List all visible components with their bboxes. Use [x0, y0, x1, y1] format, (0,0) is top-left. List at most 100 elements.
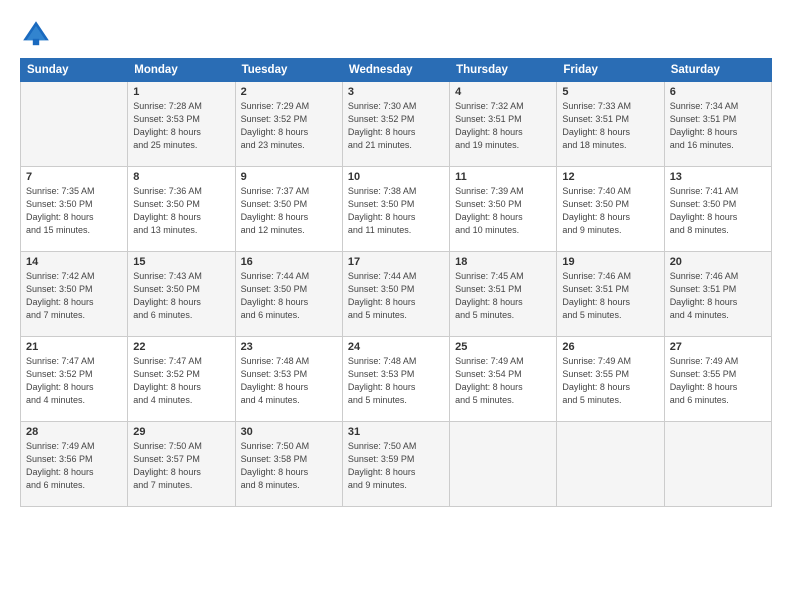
cell-info: Sunrise: 7:48 AM Sunset: 3:53 PM Dayligh… — [348, 355, 444, 407]
day-number: 26 — [562, 341, 658, 353]
day-number: 18 — [455, 256, 551, 268]
cell-info: Sunrise: 7:29 AM Sunset: 3:52 PM Dayligh… — [241, 100, 337, 152]
day-number: 5 — [562, 86, 658, 98]
calendar-cell: 16Sunrise: 7:44 AM Sunset: 3:50 PM Dayli… — [235, 252, 342, 337]
calendar-week-1: 1 Sunrise: 7:28 AM Sunset: 3:53 PM Daylig… — [21, 82, 772, 167]
day-number: 14 — [26, 256, 122, 268]
day-number: 28 — [26, 426, 122, 438]
cell-info: Sunrise: 7:37 AM Sunset: 3:50 PM Dayligh… — [241, 185, 337, 237]
calendar-cell: 7 Sunrise: 7:35 AM Sunset: 3:50 PM Daylig… — [21, 167, 128, 252]
logo-icon — [20, 18, 52, 50]
day-number: 9 — [241, 171, 337, 183]
day-header-thursday: Thursday — [450, 59, 557, 82]
day-number: 2 — [241, 86, 337, 98]
calendar-week-4: 21 Sunrise: 7:47 AM Sunset: 3:52 PM Dayli… — [21, 337, 772, 422]
cell-info: Sunrise: 7:41 AM Sunset: 3:50 PM Dayligh… — [670, 185, 766, 237]
calendar-cell: 23 Sunrise: 7:48 AM Sunset: 3:53 PM Dayli… — [235, 337, 342, 422]
day-number: 19 — [562, 256, 658, 268]
calendar-cell — [21, 82, 128, 167]
cell-info: Sunrise: 7:39 AM Sunset: 3:50 PM Dayligh… — [455, 185, 551, 237]
logo — [20, 18, 56, 50]
cell-info: Sunrise: 7:34 AM Sunset: 3:51 PM Dayligh… — [670, 100, 766, 152]
cell-info: Sunrise: 7:49 AM Sunset: 3:54 PM Dayligh… — [455, 355, 551, 407]
calendar-cell — [557, 422, 664, 507]
calendar-cell: 24 Sunrise: 7:48 AM Sunset: 3:53 PM Dayli… — [342, 337, 449, 422]
day-number: 8 — [133, 171, 229, 183]
calendar-cell: 1 Sunrise: 7:28 AM Sunset: 3:53 PM Daylig… — [128, 82, 235, 167]
calendar-week-3: 14 Sunrise: 7:42 AM Sunset: 3:50 PM Dayli… — [21, 252, 772, 337]
day-header-friday: Friday — [557, 59, 664, 82]
day-number: 1 — [133, 86, 229, 98]
calendar-cell: 30Sunrise: 7:50 AM Sunset: 3:58 PM Dayli… — [235, 422, 342, 507]
cell-info: Sunrise: 7:38 AM Sunset: 3:50 PM Dayligh… — [348, 185, 444, 237]
cell-info: Sunrise: 7:48 AM Sunset: 3:53 PM Dayligh… — [241, 355, 337, 407]
cell-info: Sunrise: 7:49 AM Sunset: 3:55 PM Dayligh… — [562, 355, 658, 407]
header — [20, 18, 772, 50]
cell-info: Sunrise: 7:47 AM Sunset: 3:52 PM Dayligh… — [26, 355, 122, 407]
cell-info: Sunrise: 7:47 AM Sunset: 3:52 PM Dayligh… — [133, 355, 229, 407]
day-number: 7 — [26, 171, 122, 183]
cell-info: Sunrise: 7:42 AM Sunset: 3:50 PM Dayligh… — [26, 270, 122, 322]
day-number: 30 — [241, 426, 337, 438]
calendar-cell: 25 Sunrise: 7:49 AM Sunset: 3:54 PM Dayli… — [450, 337, 557, 422]
cell-info: Sunrise: 7:49 AM Sunset: 3:55 PM Dayligh… — [670, 355, 766, 407]
day-number: 6 — [670, 86, 766, 98]
calendar-week-2: 7 Sunrise: 7:35 AM Sunset: 3:50 PM Daylig… — [21, 167, 772, 252]
day-number: 25 — [455, 341, 551, 353]
calendar-cell: 3Sunrise: 7:30 AM Sunset: 3:52 PM Daylig… — [342, 82, 449, 167]
calendar-cell: 31Sunrise: 7:50 AM Sunset: 3:59 PM Dayli… — [342, 422, 449, 507]
calendar-table: SundayMondayTuesdayWednesdayThursdayFrid… — [20, 58, 772, 507]
calendar-week-5: 28 Sunrise: 7:49 AM Sunset: 3:56 PM Dayli… — [21, 422, 772, 507]
calendar-cell: 14 Sunrise: 7:42 AM Sunset: 3:50 PM Dayli… — [21, 252, 128, 337]
cell-info: Sunrise: 7:49 AM Sunset: 3:56 PM Dayligh… — [26, 440, 122, 492]
cell-info: Sunrise: 7:28 AM Sunset: 3:53 PM Dayligh… — [133, 100, 229, 152]
calendar-cell: 26 Sunrise: 7:49 AM Sunset: 3:55 PM Dayli… — [557, 337, 664, 422]
calendar-cell — [664, 422, 771, 507]
cell-info: Sunrise: 7:44 AM Sunset: 3:50 PM Dayligh… — [348, 270, 444, 322]
calendar-cell: 4 Sunrise: 7:32 AM Sunset: 3:51 PM Daylig… — [450, 82, 557, 167]
calendar-cell: 20Sunrise: 7:46 AM Sunset: 3:51 PM Dayli… — [664, 252, 771, 337]
cell-info: Sunrise: 7:35 AM Sunset: 3:50 PM Dayligh… — [26, 185, 122, 237]
day-number: 3 — [348, 86, 444, 98]
cell-info: Sunrise: 7:36 AM Sunset: 3:50 PM Dayligh… — [133, 185, 229, 237]
calendar-cell: 8 Sunrise: 7:36 AM Sunset: 3:50 PM Daylig… — [128, 167, 235, 252]
cell-info: Sunrise: 7:40 AM Sunset: 3:50 PM Dayligh… — [562, 185, 658, 237]
day-number: 17 — [348, 256, 444, 268]
day-header-sunday: Sunday — [21, 59, 128, 82]
day-number: 31 — [348, 426, 444, 438]
day-number: 24 — [348, 341, 444, 353]
cell-info: Sunrise: 7:46 AM Sunset: 3:51 PM Dayligh… — [562, 270, 658, 322]
calendar-cell: 29 Sunrise: 7:50 AM Sunset: 3:57 PM Dayli… — [128, 422, 235, 507]
day-header-monday: Monday — [128, 59, 235, 82]
day-number: 11 — [455, 171, 551, 183]
calendar-cell — [450, 422, 557, 507]
calendar-cell: 13Sunrise: 7:41 AM Sunset: 3:50 PM Dayli… — [664, 167, 771, 252]
header-row: SundayMondayTuesdayWednesdayThursdayFrid… — [21, 59, 772, 82]
calendar-cell: 19 Sunrise: 7:46 AM Sunset: 3:51 PM Dayli… — [557, 252, 664, 337]
day-number: 27 — [670, 341, 766, 353]
page-container: SundayMondayTuesdayWednesdayThursdayFrid… — [0, 0, 792, 517]
day-number: 29 — [133, 426, 229, 438]
calendar-cell: 22Sunrise: 7:47 AM Sunset: 3:52 PM Dayli… — [128, 337, 235, 422]
calendar-cell: 2 Sunrise: 7:29 AM Sunset: 3:52 PM Daylig… — [235, 82, 342, 167]
cell-info: Sunrise: 7:50 AM Sunset: 3:57 PM Dayligh… — [133, 440, 229, 492]
calendar-cell: 5 Sunrise: 7:33 AM Sunset: 3:51 PM Daylig… — [557, 82, 664, 167]
day-number: 15 — [133, 256, 229, 268]
calendar-cell: 21 Sunrise: 7:47 AM Sunset: 3:52 PM Dayli… — [21, 337, 128, 422]
day-header-tuesday: Tuesday — [235, 59, 342, 82]
calendar-cell: 28 Sunrise: 7:49 AM Sunset: 3:56 PM Dayli… — [21, 422, 128, 507]
calendar-cell: 18 Sunrise: 7:45 AM Sunset: 3:51 PM Dayli… — [450, 252, 557, 337]
calendar-cell: 10 Sunrise: 7:38 AM Sunset: 3:50 PM Dayli… — [342, 167, 449, 252]
day-number: 23 — [241, 341, 337, 353]
cell-info: Sunrise: 7:33 AM Sunset: 3:51 PM Dayligh… — [562, 100, 658, 152]
day-number: 21 — [26, 341, 122, 353]
cell-info: Sunrise: 7:32 AM Sunset: 3:51 PM Dayligh… — [455, 100, 551, 152]
day-number: 12 — [562, 171, 658, 183]
cell-info: Sunrise: 7:44 AM Sunset: 3:50 PM Dayligh… — [241, 270, 337, 322]
calendar-cell: 6 Sunrise: 7:34 AM Sunset: 3:51 PM Daylig… — [664, 82, 771, 167]
cell-info: Sunrise: 7:43 AM Sunset: 3:50 PM Dayligh… — [133, 270, 229, 322]
cell-info: Sunrise: 7:45 AM Sunset: 3:51 PM Dayligh… — [455, 270, 551, 322]
day-number: 4 — [455, 86, 551, 98]
calendar-cell: 11 Sunrise: 7:39 AM Sunset: 3:50 PM Dayli… — [450, 167, 557, 252]
day-number: 10 — [348, 171, 444, 183]
